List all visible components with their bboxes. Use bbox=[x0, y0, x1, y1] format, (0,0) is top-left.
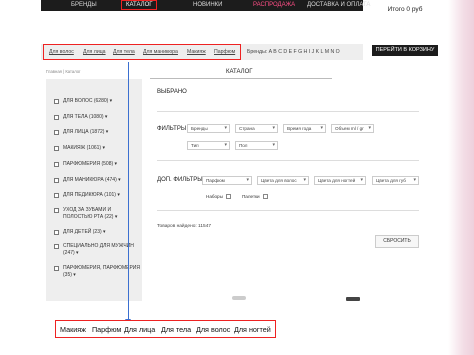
category-checkbox[interactable] bbox=[54, 192, 59, 198]
nav-brands[interactable]: БРЕНДЫ bbox=[71, 2, 97, 8]
filters-label: ФИЛЬТРЫ bbox=[157, 126, 187, 132]
nav-sale[interactable]: РАСПРОДАЖА bbox=[253, 2, 295, 8]
page-title: КАТАЛОГ bbox=[226, 69, 253, 75]
top-navigation: БРЕНДЫ КАТАЛОГ НОВИНКИ РАСПРОДАЖА ДОСТАВ… bbox=[41, 0, 370, 11]
callout-face[interactable]: Для лица bbox=[124, 325, 155, 334]
cart-total: Итого 0 руб bbox=[387, 6, 423, 13]
reset-button[interactable]: СБРОСИТЬ bbox=[375, 235, 419, 248]
nav-catalog[interactable]: КАТАЛОГ bbox=[121, 0, 158, 10]
proposed-menu-callout: Макияж Парфюм Для лица Для тела Для воло… bbox=[55, 320, 276, 338]
filter-season-select[interactable]: Время года bbox=[283, 124, 326, 133]
products-found-count: Товаров найдено: 11547 bbox=[157, 224, 212, 229]
callout-hair[interactable]: Для волос bbox=[196, 325, 230, 334]
filter-hair-color-select[interactable]: Цвета для волос bbox=[257, 176, 309, 185]
catalog-header: КАТАЛОГ bbox=[150, 67, 332, 79]
palettes-checkbox[interactable]: Палетки bbox=[242, 194, 268, 199]
nav-delivery[interactable]: ДОСТАВКА И ОПЛАТА bbox=[307, 2, 370, 8]
category-label: ПАРФЮМЕРИЯ (508) ▾ bbox=[63, 161, 118, 167]
sets-check[interactable] bbox=[225, 194, 231, 199]
palettes-label: Палетки bbox=[242, 194, 260, 199]
callout-makeup[interactable]: Макияж bbox=[60, 325, 86, 334]
category-label: ДЛЯ МАНИКЮРА (474) ▾ bbox=[63, 177, 121, 183]
category-checkbox[interactable] bbox=[54, 207, 59, 213]
palettes-check[interactable] bbox=[262, 194, 268, 199]
category-checkbox[interactable] bbox=[54, 129, 59, 135]
brands-alphabet[interactable]: Бренды: A B C D E F G H I J K L M N O bbox=[247, 49, 340, 55]
annotation-arrow bbox=[125, 62, 131, 324]
category-label: ДЛЯ ЛИЦА (1872) ▾ bbox=[63, 129, 109, 135]
filter-nail-color-select[interactable]: Цвета для ногтей bbox=[314, 176, 366, 185]
extra-filters-label: ДОП. ФИЛЬТРЫ bbox=[157, 177, 203, 183]
filter-perfume-select[interactable]: Парфюм bbox=[202, 176, 252, 185]
category-checkbox[interactable] bbox=[54, 98, 59, 104]
category-checkbox[interactable] bbox=[54, 161, 59, 167]
selected-heading: ВЫБРАНО bbox=[157, 89, 187, 95]
breadcrumb[interactable]: Главная | Каталог bbox=[46, 69, 81, 74]
filter-lip-color-select[interactable]: Цвета для губ bbox=[372, 176, 419, 185]
callout-perfume[interactable]: Парфюм bbox=[92, 325, 121, 334]
product-image-placeholder bbox=[346, 297, 360, 301]
category-label: СПЕЦИАЛЬНО ДЛЯ МУЖЧИН (247) ▾ bbox=[63, 243, 134, 256]
category-label: МАКИЯЖ (1061) ▾ bbox=[63, 145, 105, 151]
sets-label: Наборы bbox=[206, 194, 223, 199]
go-to-cart-button[interactable]: ПЕРЕЙТИ В КОРЗИНУ bbox=[372, 45, 438, 56]
divider bbox=[157, 210, 419, 211]
category-checkbox[interactable] bbox=[54, 265, 59, 271]
divider bbox=[157, 111, 419, 112]
divider bbox=[157, 160, 419, 161]
callout-body[interactable]: Для тела bbox=[161, 325, 191, 334]
category-checkbox[interactable] bbox=[54, 177, 59, 183]
category-label: ДЛЯ ВОЛОС (6280) ▾ bbox=[63, 98, 113, 104]
callout-nails[interactable]: Для ногтей bbox=[234, 325, 271, 334]
filter-gender-select[interactable]: Пол bbox=[235, 141, 278, 150]
category-checkbox[interactable] bbox=[54, 243, 59, 249]
category-label: ПАРФЮМЕРИЯ, ПАРФЮМЕРИЯ (35) ▾ bbox=[63, 265, 140, 278]
category-label: УХОД ЗА ЗУБАМИ И ПОЛОСТЬЮ РТА (22) ▾ bbox=[63, 207, 118, 220]
subnav-highlight-box bbox=[43, 44, 241, 60]
category-checkbox[interactable] bbox=[54, 229, 59, 235]
category-label: ДЛЯ ПЕДИКЮРА (101) ▾ bbox=[63, 192, 120, 198]
filter-volume-select[interactable]: Объем ml / gr bbox=[331, 124, 374, 133]
cart-widget: Итого 0 руб ПЕРЕЙТИ В КОРЗИНУ bbox=[372, 0, 438, 64]
category-label: ДЛЯ ДЕТЕЙ (23) ▾ bbox=[63, 229, 106, 235]
product-image-placeholder bbox=[232, 296, 246, 300]
filter-country-select[interactable]: Страна bbox=[235, 124, 278, 133]
filter-type-select[interactable]: Тип bbox=[187, 141, 230, 150]
filter-brands-select[interactable]: Бренды bbox=[187, 124, 230, 133]
page-edge-gradient bbox=[448, 0, 474, 355]
sets-checkbox[interactable]: Наборы bbox=[206, 194, 231, 199]
nav-new[interactable]: НОВИНКИ bbox=[193, 2, 222, 8]
category-label: ДЛЯ ТЕЛА (1080) ▾ bbox=[63, 114, 108, 120]
category-checkbox[interactable] bbox=[54, 114, 59, 120]
category-checkbox[interactable] bbox=[54, 145, 59, 151]
